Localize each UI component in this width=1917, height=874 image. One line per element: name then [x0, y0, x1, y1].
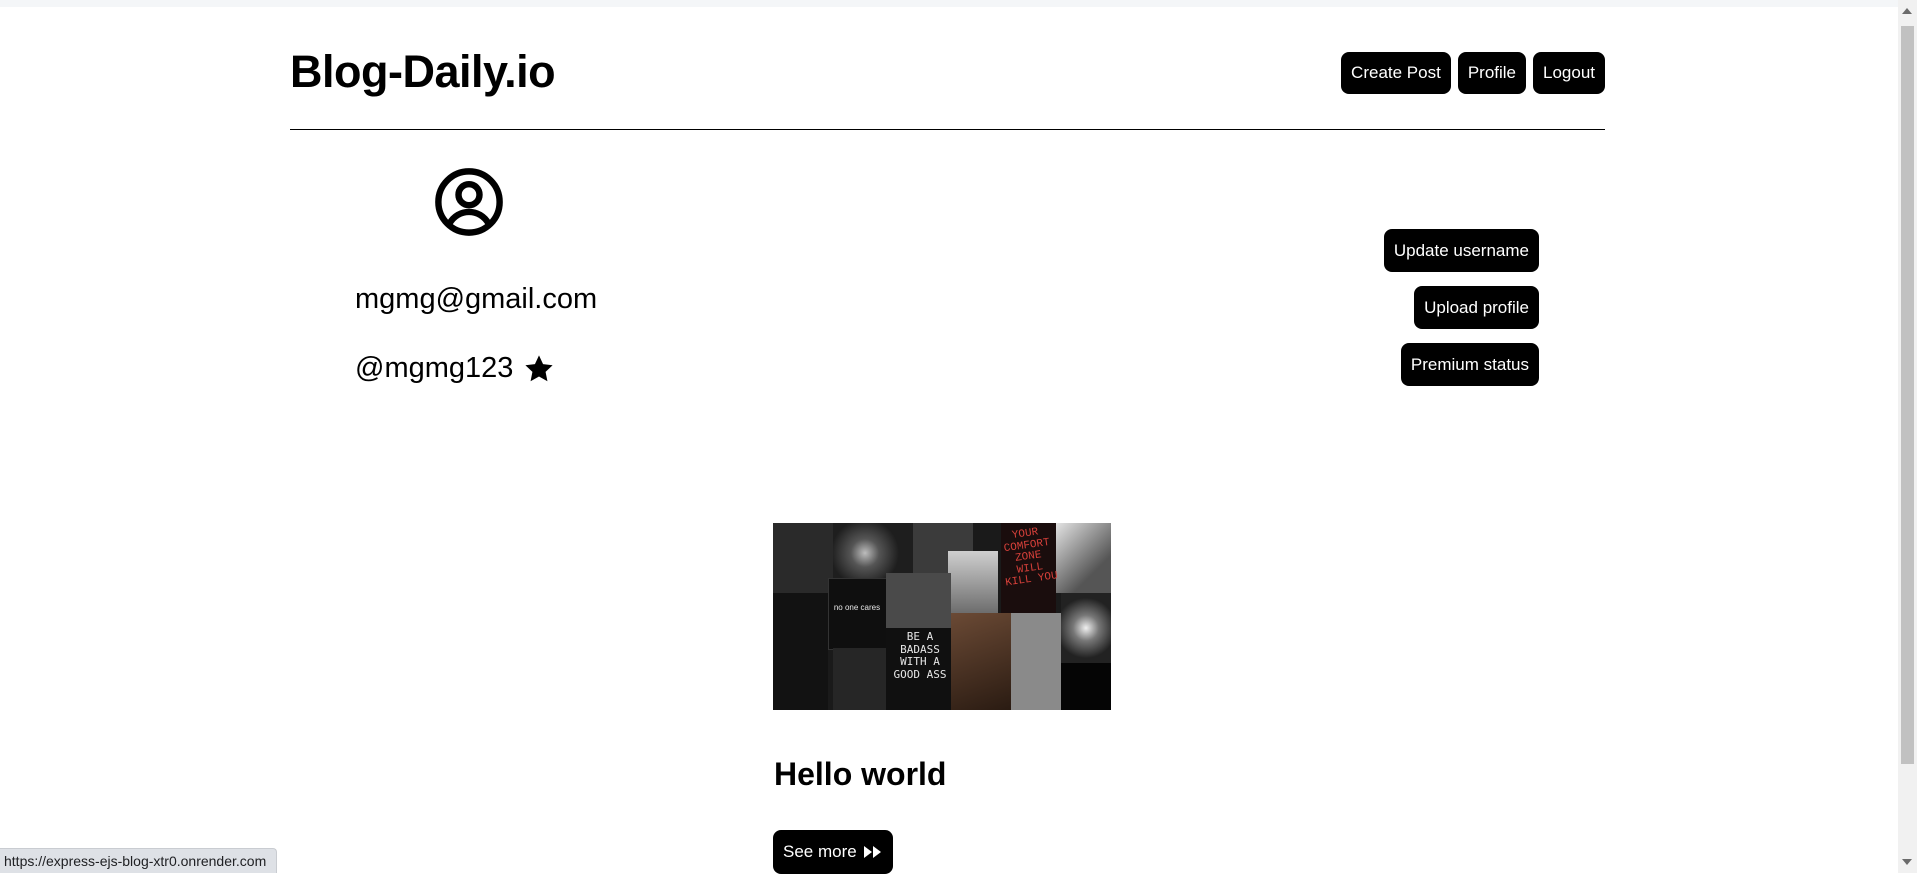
scrollbar-thumb[interactable] [1901, 26, 1914, 764]
vertical-scrollbar[interactable] [1898, 0, 1917, 873]
post-title[interactable]: Hello world [774, 756, 946, 793]
collage-tile [773, 593, 828, 710]
top-nav: Create Post Profile Logout [1341, 52, 1605, 94]
profile-email: mgmg@gmail.com [355, 283, 598, 315]
profile-button[interactable]: Profile [1457, 52, 1526, 94]
create-post-button[interactable]: Create Post [1341, 52, 1451, 94]
see-more-button[interactable]: See more [773, 830, 893, 874]
scroll-up-arrow-icon[interactable] [1902, 8, 1912, 14]
post-thumbnail-image[interactable]: no one cares BE A BADASS WITH A GOOD ASS… [773, 523, 1111, 710]
brand-logo-text[interactable]: Blog-Daily.io [290, 46, 556, 98]
fast-forward-icon [863, 846, 881, 858]
status-bar-url: https://express-ejs-blog-xtr0.onrender.c… [0, 848, 278, 873]
collage-tile [1061, 593, 1111, 663]
browser-top-strip [0, 0, 1898, 7]
collage-tile [886, 573, 951, 628]
collage-tile [1056, 523, 1111, 593]
header-divider [290, 129, 1605, 130]
collage-tile [951, 613, 1011, 710]
logout-button[interactable]: Logout [1533, 52, 1605, 94]
upload-profile-button[interactable]: Upload profile [1414, 286, 1539, 329]
collage-neon-text: YOUR COMFORT ZONE WILL KILL YOU [1003, 526, 1059, 590]
profile-username-row: @mgmg123 [355, 352, 555, 385]
collage-card-text: no one cares [833, 603, 881, 612]
scroll-down-arrow-icon[interactable] [1902, 859, 1912, 865]
update-username-button[interactable]: Update username [1383, 229, 1539, 272]
collage-tile [1061, 663, 1111, 710]
profile-actions: Update username Upload profile Premium s… [1383, 229, 1539, 386]
star-icon [525, 354, 554, 381]
premium-status-button[interactable]: Premium status [1400, 343, 1539, 386]
collage-tile [833, 648, 886, 710]
collage-tile [828, 578, 888, 650]
user-circle-icon [435, 168, 503, 236]
collage-tile [948, 551, 998, 613]
profile-username: @mgmg123 [355, 352, 514, 384]
collage-tile [773, 523, 833, 593]
collage-text: BE A BADASS WITH A GOOD ASS [893, 630, 947, 681]
see-more-label: See more [783, 842, 857, 861]
collage-tile [1011, 613, 1061, 710]
